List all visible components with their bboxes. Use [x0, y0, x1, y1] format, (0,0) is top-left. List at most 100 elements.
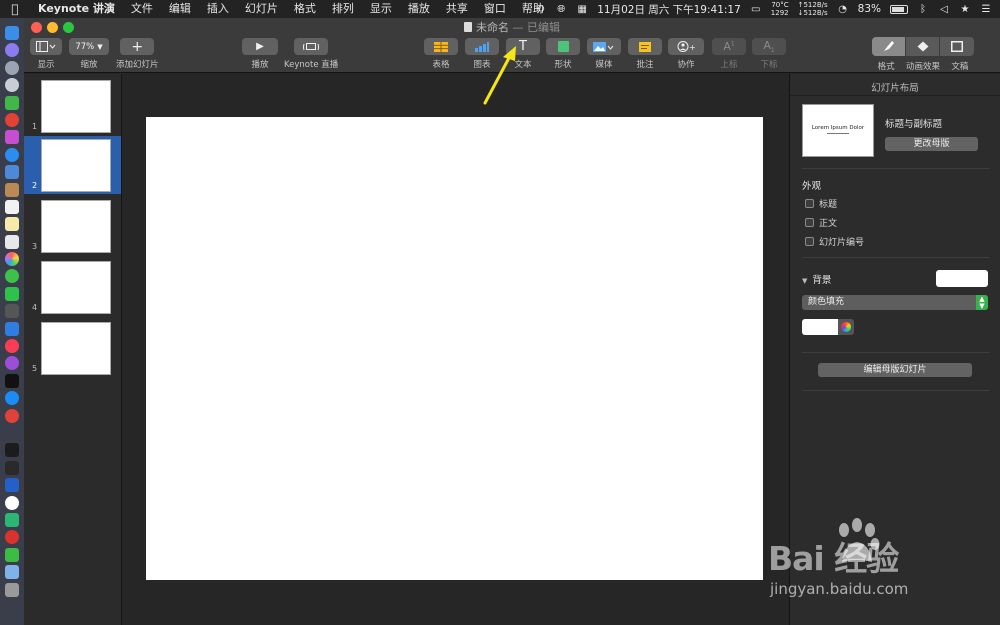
sync-app-icon[interactable] [5, 512, 19, 527]
title-checkbox[interactable] [805, 199, 814, 208]
launchpad-icon[interactable] [5, 60, 19, 75]
table-button[interactable] [424, 38, 458, 55]
slide-thumbnail-row[interactable]: 3 [24, 197, 121, 255]
music-icon[interactable] [5, 339, 19, 354]
menu-format[interactable]: 格式 [286, 0, 324, 18]
sync-icon[interactable]: ⟲ [534, 4, 546, 15]
background-section[interactable]: ▼ 背景 [802, 272, 831, 286]
app-store-icon[interactable] [5, 391, 19, 406]
menu-play[interactable]: 播放 [400, 0, 438, 18]
facetime-icon[interactable] [5, 286, 19, 301]
document-tab[interactable] [940, 37, 974, 56]
yandex-icon[interactable] [5, 495, 19, 510]
safari-icon[interactable] [5, 147, 19, 162]
slide-thumbnail[interactable] [41, 261, 111, 314]
slide-thumbnail[interactable] [41, 200, 111, 253]
netease-music-icon[interactable] [5, 530, 19, 545]
clock-datetime[interactable]: 11月02日 周六 下午19:41:17 [597, 2, 741, 17]
menu-view[interactable]: 显示 [362, 0, 400, 18]
screenshot-icon[interactable] [5, 304, 19, 319]
menu-edit[interactable]: 编辑 [161, 0, 199, 18]
chrome-icon[interactable] [5, 112, 19, 127]
slide-thumbnail-row[interactable]: 5 [24, 319, 121, 377]
podcasts-icon[interactable] [5, 356, 19, 371]
siri-icon[interactable] [5, 43, 19, 58]
vpn-icon[interactable] [5, 478, 19, 493]
current-slide[interactable] [146, 117, 763, 580]
change-master-button[interactable]: 更改母版 [885, 137, 978, 151]
animate-tab[interactable] [906, 37, 940, 56]
slide-thumbnail[interactable] [41, 322, 111, 375]
volume-icon[interactable]: ◁ [938, 4, 950, 15]
calendar-app-icon[interactable] [5, 199, 19, 214]
compass-icon[interactable] [5, 78, 19, 93]
messages-icon[interactable] [5, 269, 19, 284]
master-preview[interactable]: Lorem Ipsum Dolor [802, 104, 874, 157]
display-icon[interactable]: ▭ [750, 4, 762, 15]
battery-icon[interactable] [890, 4, 908, 14]
color-well[interactable] [802, 319, 838, 335]
keynote-icon[interactable] [5, 321, 19, 336]
background-color-swatch[interactable] [936, 270, 988, 287]
slide-thumbnail-row[interactable]: 1 [24, 77, 121, 135]
media-button[interactable] [587, 38, 621, 55]
menu-window[interactable]: 窗口 [476, 0, 514, 18]
comment-control: 批注 [628, 38, 662, 70]
slide-thumbnail[interactable] [41, 139, 111, 192]
shape-button[interactable] [546, 38, 580, 55]
subscript-button[interactable]: A1 [752, 38, 786, 55]
format-tab[interactable] [872, 37, 906, 56]
calendar-icon[interactable]: ▦ [576, 4, 588, 15]
vivaldi-icon[interactable] [5, 408, 19, 423]
menu-arrange[interactable]: 排列 [324, 0, 362, 18]
blank-dock-icon[interactable] [5, 425, 19, 440]
menu-file[interactable]: 文件 [123, 0, 161, 18]
wechat-icon[interactable] [5, 547, 19, 562]
notes-icon[interactable] [5, 217, 19, 232]
add-slide-button[interactable]: + [120, 38, 155, 55]
menu-app-keynote[interactable]: Keynote 讲演 [30, 0, 123, 18]
slide-thumbnail-row[interactable]: 4 [24, 258, 121, 316]
reminders-icon[interactable] [5, 234, 19, 249]
folder-icon[interactable] [5, 565, 19, 580]
sensor-readout[interactable]: 70°C 1292 [771, 1, 789, 17]
body-checkbox[interactable] [805, 218, 814, 227]
photos-icon[interactable] [5, 252, 19, 267]
body-checkbox-row[interactable]: 正文 [805, 216, 837, 229]
menu-slide[interactable]: 幻灯片 [237, 0, 286, 18]
superscript-button[interactable]: A1 [712, 38, 746, 55]
apple-menu-icon[interactable]:  [0, 2, 30, 16]
purple-app-icon[interactable] [5, 130, 19, 145]
slide-thumbnail[interactable] [41, 80, 111, 133]
battery-percent[interactable]: 83% [858, 3, 881, 15]
trash-icon[interactable] [5, 582, 19, 597]
star-icon[interactable]: ★ [959, 4, 971, 15]
view-button[interactable] [30, 38, 62, 55]
zoom-select[interactable]: 77% ▼ [69, 38, 109, 55]
comment-button[interactable] [628, 38, 662, 55]
collaborate-button[interactable]: + [668, 38, 704, 55]
menu-share[interactable]: 共享 [438, 0, 476, 18]
slide-number-checkbox[interactable] [805, 237, 814, 246]
activity-monitor-icon[interactable] [5, 460, 19, 475]
list-icon[interactable]: ☰ [980, 4, 992, 15]
slide-thumbnail-row-selected[interactable]: 2 [24, 136, 121, 194]
wifi-icon[interactable]: ◔ [837, 4, 849, 15]
network-readout[interactable]: ↑512B/s ↓512B/s [798, 1, 828, 17]
color-wheel-button[interactable] [838, 319, 854, 335]
terminal-icon[interactable] [5, 443, 19, 458]
photo-booth-icon[interactable] [5, 165, 19, 180]
finder-icon[interactable] [5, 26, 19, 40]
globe-icon[interactable]: 🌐︎ [555, 4, 567, 15]
edit-master-slide-button[interactable]: 编辑母版幻灯片 [818, 363, 972, 377]
android-icon[interactable] [5, 95, 19, 110]
fill-type-select[interactable]: 颜色填充 ▲ ▼ [802, 295, 988, 310]
keynote-live-button[interactable] [294, 38, 329, 55]
title-checkbox-row[interactable]: 标题 [805, 197, 837, 210]
contacts-icon[interactable] [5, 182, 19, 197]
apple-tv-icon[interactable] [5, 373, 19, 388]
bluetooth-icon[interactable]: ᛒ [917, 4, 929, 15]
play-button[interactable]: ▶ [242, 38, 278, 55]
slide-number-checkbox-row[interactable]: 幻灯片编号 [805, 235, 864, 248]
menu-insert[interactable]: 插入 [199, 0, 237, 18]
